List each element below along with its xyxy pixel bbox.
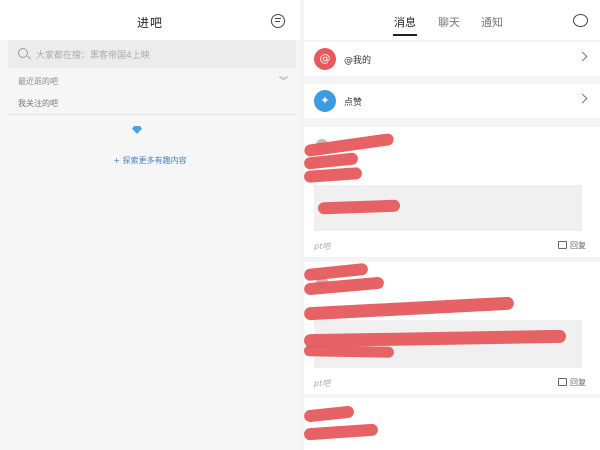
redaction: [303, 423, 379, 441]
explore-more-link[interactable]: + 探索更多有趣内容: [0, 155, 300, 166]
reply-label: 回复: [570, 378, 586, 387]
followed-forums-row[interactable]: 我关注的吧: [8, 92, 296, 114]
reply-icon: [558, 378, 567, 386]
mentions-label: @我的: [344, 56, 372, 66]
redaction: [303, 296, 515, 321]
search-icon: [18, 48, 28, 58]
diamond-icon: [132, 126, 142, 134]
likes-label: 点赞: [344, 98, 363, 108]
recent-forums-row[interactable]: 最近逛的吧 ︾: [8, 70, 296, 92]
redaction: [303, 345, 395, 358]
at-icon: @: [314, 48, 336, 70]
chevron-right-icon: [577, 93, 588, 104]
redaction: [303, 166, 363, 184]
reply-icon: [558, 241, 567, 249]
mentions-row[interactable]: @ @我的: [304, 42, 600, 76]
message-panel: 消息 聊天 通知 @ @我的 ✦ 点赞 pt吧 回复 pt吧 回复: [303, 0, 600, 450]
reply-button[interactable]: 回复: [558, 240, 586, 251]
likes-row[interactable]: ✦ 点赞: [304, 84, 600, 118]
post-forum-source[interactable]: pt吧: [314, 378, 330, 389]
menu-icon[interactable]: [271, 14, 285, 28]
tab-messages[interactable]: 消息: [394, 14, 416, 30]
recent-forums-label: 最近逛的吧: [18, 77, 58, 86]
search-input[interactable]: 大家都在搜：黑客帝国4上映: [8, 40, 296, 68]
tab-notifications[interactable]: 通知: [481, 14, 503, 30]
followed-forums-label: 我关注的吧: [18, 99, 58, 108]
tab-chat[interactable]: 聊天: [438, 14, 460, 30]
active-tab-indicator: [393, 34, 417, 36]
message-header: 消息 聊天 通知: [304, 0, 600, 40]
redaction: [303, 405, 355, 423]
post-card[interactable]: pt吧 回复: [303, 262, 600, 394]
reply-label: 回复: [570, 241, 586, 250]
forum-panel: 进吧 大家都在搜：黑客帝国4上映 最近逛的吧 ︾ 我关注的吧 + 探索更多有趣内…: [0, 0, 300, 450]
like-icon: ✦: [314, 90, 336, 112]
page-title: 进吧: [136, 16, 163, 30]
divider: [8, 114, 296, 115]
post-forum-source[interactable]: pt吧: [314, 241, 330, 252]
reply-button[interactable]: 回复: [558, 377, 586, 388]
forum-header: 进吧: [0, 0, 300, 40]
chat-bubble-icon[interactable]: [573, 14, 588, 27]
search-placeholder: 大家都在搜：黑客帝国4上映: [36, 51, 150, 61]
collapse-icon[interactable]: ︾: [279, 74, 288, 87]
post-card[interactable]: [303, 398, 600, 450]
chevron-right-icon: [577, 51, 588, 62]
post-card[interactable]: pt吧 回复: [303, 127, 600, 257]
